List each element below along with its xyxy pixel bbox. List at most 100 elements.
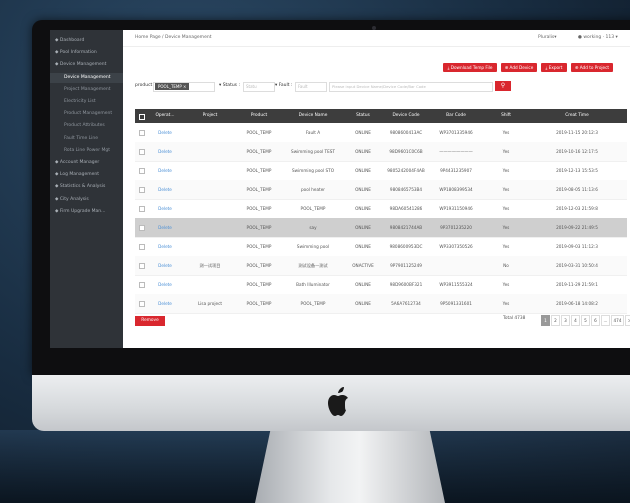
table-cell-bar: WP1931150946 — [439, 206, 473, 211]
row-checkbox[interactable] — [139, 282, 145, 288]
table-row[interactable]: Delete POOL_TEMP Fault A ONLINE 9808600413AC… — [135, 123, 627, 143]
row-checkbox[interactable] — [139, 149, 145, 155]
table-cell-time: 2019-11-15 20:12:3 — [556, 130, 598, 135]
delete-link[interactable]: Delete — [147, 218, 183, 237]
page-button[interactable]: 5 — [581, 315, 590, 326]
table-row[interactable]: Delete POOL_TEMP pool heater ONLINE 98084657… — [135, 180, 627, 200]
download-temp-file-button[interactable]: ⤓ Download Temp File — [443, 63, 497, 72]
table-cell-time: 2019-08-05 11:13:6 — [556, 187, 598, 192]
table-row[interactable]: Delete POOL_TEMP Swimming pool STO ONLINE 98… — [135, 161, 627, 181]
page-button[interactable]: 474 — [611, 315, 624, 326]
sidebar-item[interactable]: Product Management — [50, 109, 123, 119]
delete-link[interactable]: Delete — [147, 123, 183, 142]
table-cell-status: ONLINE — [355, 206, 371, 211]
sidebar-item[interactable]: Project Management — [50, 85, 123, 95]
sidebar-item[interactable]: ◆ Firm Upgrade Man... — [50, 207, 123, 217]
page-button[interactable]: ... — [601, 315, 610, 326]
sidebar-item[interactable]: ◆ City Analysis — [50, 195, 123, 205]
row-checkbox[interactable] — [139, 244, 145, 250]
page-button[interactable]: 3 — [561, 315, 570, 326]
language-selector[interactable]: Pluralis▾ — [538, 35, 557, 40]
table-row[interactable]: Delete POOL_TEMP Swimming pool TEST ONLINE 9… — [135, 142, 627, 162]
row-checkbox[interactable] — [139, 130, 145, 136]
remove-button[interactable]: Remove — [135, 316, 165, 326]
page-button[interactable]: 1 — [541, 315, 550, 326]
search-input[interactable]: Please input Device Name/Device Code/Bar… — [329, 82, 493, 92]
sidebar-item[interactable]: ◆ Log Management — [50, 170, 123, 180]
sidebar-item[interactable]: ◆ Pool Information — [50, 48, 123, 58]
column-header[interactable]: Operat... — [147, 109, 183, 123]
sidebar-item[interactable]: Device Management — [50, 72, 123, 83]
delete-link[interactable]: Delete — [147, 256, 183, 275]
delete-link[interactable]: Delete — [147, 142, 183, 161]
table-cell-shift: Yes — [502, 282, 510, 287]
table-cell-code: 9808600413AC — [389, 130, 423, 135]
delete-link[interactable]: Delete — [147, 180, 183, 199]
table-cell-product: POOL_TEMP — [246, 187, 272, 192]
delete-link[interactable]: Delete — [147, 237, 183, 256]
sidebar-item[interactable]: Rota Line Power Mgt — [50, 146, 123, 156]
sidebar-item[interactable]: Product Attributes — [50, 121, 123, 131]
sidebar-item[interactable]: ◆ Statistics & Analysis — [50, 182, 123, 192]
delete-link[interactable]: Delete — [147, 275, 183, 294]
page-button[interactable]: > — [625, 315, 630, 326]
table-cell-name: 测试设备—测试 — [298, 263, 328, 268]
column-header[interactable]: Shift — [483, 109, 529, 123]
table-row[interactable]: Delete POOL_TEMP Swimming pool ONLINE 980860… — [135, 237, 627, 257]
column-header[interactable]: Project — [187, 109, 233, 123]
column-header[interactable]: Status — [345, 109, 381, 123]
page-button[interactable]: 4 — [571, 315, 580, 326]
add-to-project-button[interactable]: ⊕ Add to Project — [571, 63, 613, 72]
fault-filter-select[interactable]: Fault — [295, 82, 327, 92]
table-cell-product: POOL_TEMP — [246, 149, 272, 154]
sidebar-item[interactable]: ◆ Account Manager — [50, 158, 123, 168]
table-cell-code: 9808421744AB — [389, 225, 423, 230]
column-header[interactable]: Device Name — [285, 109, 341, 123]
search-button[interactable]: ⚲ — [495, 81, 511, 91]
row-checkbox[interactable] — [139, 263, 145, 269]
table-cell-status: ONACTIVE — [352, 263, 374, 268]
page-button[interactable]: 2 — [551, 315, 560, 326]
table-cell-product: POOL_TEMP — [246, 301, 272, 306]
table-cell-shift: Yes — [502, 168, 510, 173]
table-cell-time: 2019-11-29 21:59:1 — [556, 282, 598, 287]
sidebar-item[interactable]: ◆ Dashboard — [50, 36, 123, 46]
table-cell-project: 测—试项目 — [199, 263, 221, 268]
table-row[interactable]: Delete 测—试项目 POOL_TEMP 测试设备—测试 ONACTIVE 9P790… — [135, 256, 627, 276]
sidebar-item[interactable]: Fault Time Line — [50, 134, 123, 144]
select-all-checkbox[interactable] — [139, 114, 145, 120]
product-tag[interactable]: POOL_TEMP × — [155, 83, 190, 90]
column-header[interactable]: Product — [235, 109, 283, 123]
row-checkbox[interactable] — [139, 206, 145, 212]
page-button[interactable]: 6 — [591, 315, 600, 326]
column-header[interactable]: Device Code — [383, 109, 429, 123]
delete-link[interactable]: Delete — [147, 199, 183, 218]
sidebar-item[interactable]: ◆ Device Management — [50, 60, 123, 70]
table-cell-shift: Yes — [502, 187, 510, 192]
table-row[interactable]: Delete POOL_TEMP say ONLINE 9808421744AB 9P37… — [135, 218, 627, 238]
table-cell-bar: WP3701335946 — [439, 130, 473, 135]
breadcrumb[interactable]: Home Page / Device Management — [135, 35, 211, 40]
table-row[interactable]: Delete POOL_TEMP Bath Illuminator ONLINE 98D… — [135, 275, 627, 295]
row-checkbox[interactable] — [139, 168, 145, 174]
delete-link[interactable]: Delete — [147, 294, 183, 313]
table-row[interactable]: Delete POOL_TEMP POOL_TEMP ONLINE 98DA605412… — [135, 199, 627, 219]
export-button[interactable]: ⤓ Export — [541, 63, 567, 72]
row-checkbox[interactable] — [139, 187, 145, 193]
table-row[interactable]: Delete Lisa project POOL_TEMP POOL_TEMP ONLI… — [135, 294, 627, 314]
user-menu[interactable]: ● working · 113 ▾ — [578, 35, 618, 40]
column-header[interactable]: Creat Time — [531, 109, 623, 123]
delete-link[interactable]: Delete — [147, 161, 183, 180]
column-header[interactable]: Bar Code — [431, 109, 481, 123]
table-cell-product: POOL_TEMP — [246, 263, 272, 268]
sidebar-item[interactable]: Electricity List — [50, 97, 123, 107]
table-cell-name: POOL_TEMP — [300, 301, 326, 306]
table-cell-status: ONLINE — [355, 225, 371, 230]
add-device-button[interactable]: ⊕ Add Device — [501, 63, 537, 72]
row-checkbox[interactable] — [139, 301, 145, 307]
table-cell-time: 2019-09-03 11:12:3 — [556, 244, 598, 249]
table-cell-shift: Yes — [502, 244, 510, 249]
row-checkbox[interactable] — [139, 225, 145, 231]
status-filter-select[interactable]: Statu — [243, 82, 275, 92]
table-cell-shift: Yes — [502, 130, 510, 135]
